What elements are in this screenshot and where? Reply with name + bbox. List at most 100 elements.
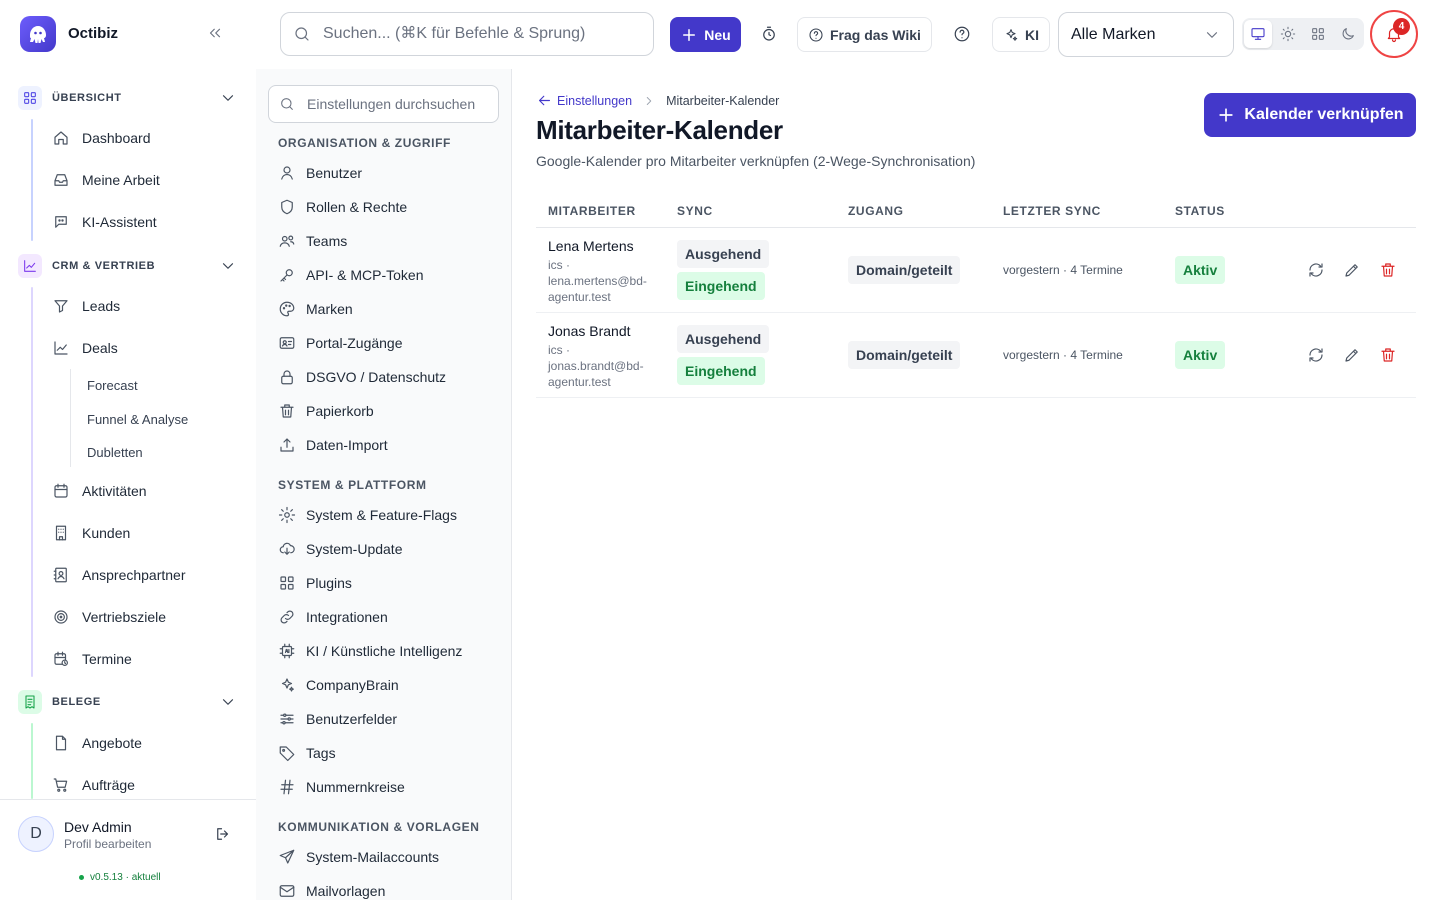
- sidebar-section-documents[interactable]: BELEGE: [0, 686, 256, 718]
- sidebar-section-crm[interactable]: CRM & VERTRIEB: [0, 250, 256, 282]
- settings-item-roles[interactable]: Rollen & Rechte: [278, 195, 407, 219]
- sidebar-item-dashboard[interactable]: Dashboard: [52, 122, 151, 154]
- sidebar-item-customers[interactable]: Kunden: [52, 517, 130, 549]
- table-row: Lena Mertens ics · lena.mertens@bd-agent…: [536, 228, 1416, 313]
- sidebar-item-label: Ansprechpartner: [82, 567, 186, 583]
- settings-item-brands[interactable]: Marken: [278, 297, 353, 321]
- settings-item-label: Benutzer: [306, 165, 363, 181]
- status-badge: Aktiv: [1175, 256, 1226, 284]
- settings-item-data-import[interactable]: Daten-Import: [278, 433, 388, 457]
- settings-item-companybrain[interactable]: CompanyBrain: [278, 673, 399, 697]
- sidebar-item-contacts[interactable]: Ansprechpartner: [52, 559, 186, 591]
- sidebar-item-ai-assistant[interactable]: KI-Assistent: [52, 206, 157, 238]
- moon-icon[interactable]: [1334, 20, 1362, 48]
- sidebar-item-my-work[interactable]: Meine Arbeit: [52, 164, 160, 196]
- settings-item-trash[interactable]: Papierkorb: [278, 399, 374, 423]
- home-icon: [54, 131, 68, 145]
- chevron-down-icon: [222, 699, 234, 705]
- sidebar-subitem-forecast[interactable]: Forecast: [87, 378, 138, 393]
- deals-sub-rail: [70, 369, 71, 467]
- sidebar-subitem-duplicates[interactable]: Dubletten: [87, 445, 143, 460]
- sidebar-item-label: Angebote: [82, 735, 142, 751]
- breadcrumb-parent-label: Einstellungen: [557, 93, 633, 108]
- sync-incoming-badge: Eingehend: [677, 272, 765, 300]
- settings-search[interactable]: [268, 85, 499, 123]
- avatar[interactable]: D: [18, 816, 54, 852]
- settings-item-feature-flags[interactable]: System & Feature-Flags: [278, 503, 457, 527]
- ai-button[interactable]: KI: [992, 17, 1050, 52]
- grid-icon[interactable]: [1304, 20, 1332, 48]
- search-icon: [281, 98, 293, 110]
- trash-icon[interactable]: [1379, 346, 1397, 364]
- sidebar-subitem-funnel[interactable]: Funnel & Analyse: [87, 412, 188, 427]
- refresh-icon[interactable]: [1307, 346, 1325, 364]
- column-header-status: STATUS: [1175, 204, 1225, 218]
- global-search[interactable]: [280, 12, 654, 56]
- settings-item-plugins[interactable]: Plugins: [278, 571, 352, 595]
- version-info: v0.5.13 · aktuell: [79, 872, 161, 883]
- settings-item-gdpr[interactable]: DSGVO / Datenschutz: [278, 365, 446, 389]
- octopus-logo-icon[interactable]: [20, 16, 56, 52]
- sidebar-item-label: KI-Assistent: [82, 214, 157, 230]
- cart-icon: [53, 778, 68, 792]
- settings-item-mail-templates[interactable]: Mailvorlagen: [278, 879, 385, 900]
- pencil-icon[interactable]: [1343, 346, 1361, 364]
- sidebar-item-sales-goals[interactable]: Vertriebsziele: [52, 601, 166, 633]
- new-button[interactable]: Neu: [670, 17, 741, 52]
- chevrons-left-icon[interactable]: [206, 24, 224, 42]
- settings-item-label: Papierkorb: [306, 403, 374, 419]
- edit-profile-link[interactable]: Profil bearbeiten: [64, 837, 151, 851]
- pencil-icon[interactable]: [1343, 261, 1361, 279]
- sidebar-item-label: Aufträge: [82, 777, 135, 793]
- settings-search-input[interactable]: [307, 96, 497, 112]
- calendar-table: MITARBEITER SYNC ZUGANG LETZTER SYNC STA…: [536, 193, 1416, 398]
- settings-item-api-tokens[interactable]: API- & MCP-Token: [278, 263, 423, 287]
- sparkles-icon: [1006, 28, 1018, 41]
- sidebar-item-deals[interactable]: Deals: [52, 332, 118, 364]
- settings-item-ai[interactable]: KI / Künstliche Intelligenz: [278, 639, 462, 663]
- settings-item-teams[interactable]: Teams: [278, 229, 347, 253]
- settings-item-users[interactable]: Benutzer: [278, 161, 362, 185]
- settings-group-label: SYSTEM & PLATTFORM: [278, 478, 427, 492]
- monitor-icon[interactable]: [1244, 20, 1272, 48]
- notifications-button[interactable]: 4: [1370, 10, 1418, 58]
- sync-outgoing-badge: Ausgehend: [677, 325, 770, 353]
- sync-incoming-badge: Eingehend: [677, 357, 765, 385]
- logout-icon[interactable]: [214, 825, 232, 843]
- settings-item-portal-access[interactable]: Portal-Zugänge: [278, 331, 403, 355]
- sidebar-item-activities[interactable]: Aktivitäten: [52, 475, 147, 507]
- sidebar-item-appointments[interactable]: Termine: [52, 643, 132, 675]
- ai-button-label: KI: [1025, 26, 1039, 43]
- help-icon[interactable]: [953, 25, 971, 43]
- sidebar-section-label: ÜBERSICHT: [52, 92, 122, 104]
- sidebar-item-orders[interactable]: Aufträge: [52, 769, 135, 801]
- arrow-left-icon: [538, 95, 551, 106]
- notification-count-badge: 4: [1393, 18, 1410, 35]
- sidebar-section-overview[interactable]: ÜBERSICHT: [0, 82, 256, 114]
- cloud-download-icon: [279, 542, 295, 555]
- hash-icon: [280, 779, 294, 795]
- settings-item-number-ranges[interactable]: Nummernkreise: [278, 775, 405, 799]
- settings-item-system-update[interactable]: System-Update: [278, 537, 402, 561]
- sidebar-item-label: Deals: [82, 340, 118, 356]
- column-header-employee: MITARBEITER: [548, 204, 636, 218]
- sidebar-item-leads[interactable]: Leads: [52, 290, 120, 322]
- breadcrumb-parent-link[interactable]: Einstellungen: [536, 92, 632, 109]
- settings-item-label: DSGVO / Datenschutz: [306, 369, 447, 385]
- trash-icon[interactable]: [1379, 261, 1397, 279]
- timer-icon[interactable]: [760, 25, 778, 43]
- settings-item-integrations[interactable]: Integrationen: [278, 605, 388, 629]
- refresh-icon[interactable]: [1307, 261, 1325, 279]
- brand-select[interactable]: Alle Marken: [1058, 12, 1234, 57]
- settings-item-tags[interactable]: Tags: [278, 741, 336, 765]
- global-search-input[interactable]: [323, 25, 643, 43]
- palette-icon: [279, 301, 295, 317]
- wiki-button[interactable]: Frag das Wiki: [797, 17, 932, 52]
- link-calendar-button[interactable]: Kalender verknüpfen: [1204, 93, 1416, 137]
- sidebar-item-quotes[interactable]: Angebote: [52, 727, 142, 759]
- sun-icon[interactable]: [1274, 20, 1302, 48]
- section-rail: [31, 119, 33, 241]
- settings-item-mail-accounts[interactable]: System-Mailaccounts: [278, 845, 439, 869]
- settings-item-custom-fields[interactable]: Benutzerfelder: [278, 707, 397, 731]
- settings-item-label: Integrationen: [306, 609, 388, 625]
